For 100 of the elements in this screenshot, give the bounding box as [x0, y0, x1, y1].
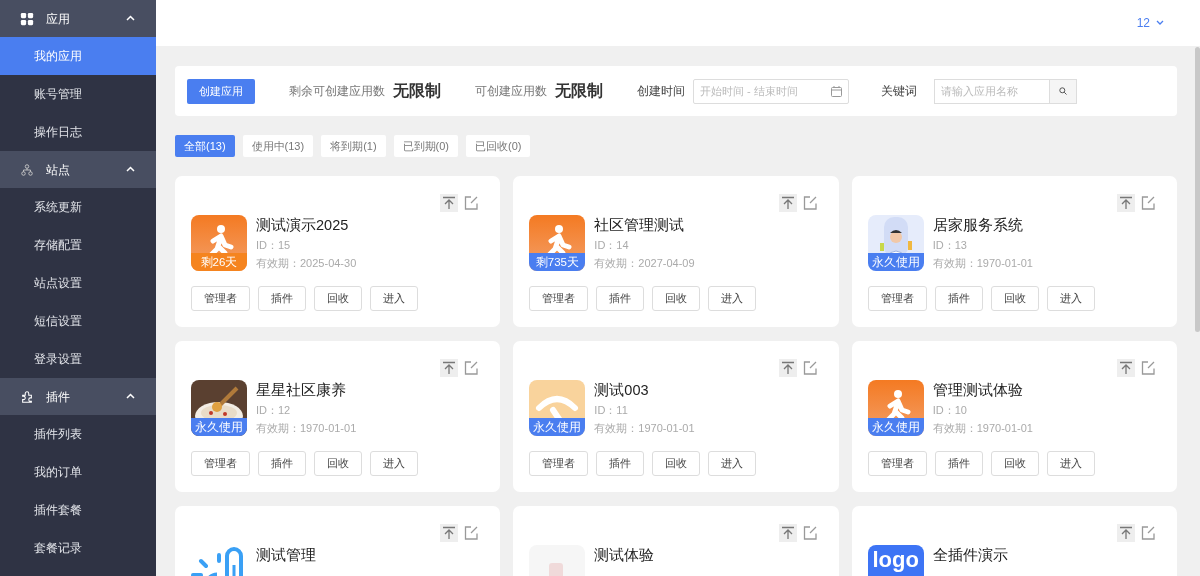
date-label: 创建时间: [637, 83, 685, 100]
card-action-button[interactable]: 回收: [652, 451, 701, 476]
create-app-button[interactable]: 创建应用: [187, 78, 255, 104]
stat-label: 剩余可创建应用数: [289, 83, 385, 100]
logo-text: logo: [871, 548, 920, 572]
validity-badge: 永久使用: [191, 418, 247, 436]
app-name: 测试003: [594, 381, 650, 400]
sidebar-group-header[interactable]: 站点: [0, 151, 156, 188]
filter-tab[interactable]: 使用中(13): [242, 135, 314, 157]
pin-to-top-icon: [778, 194, 797, 212]
sidebar-group-header[interactable]: 应用: [0, 0, 156, 37]
app-name: 居家服务系统: [932, 216, 1024, 235]
card-action-button[interactable]: 回收: [314, 451, 362, 476]
date-range-field[interactable]: 开始时间 - 结束时间: [693, 78, 849, 104]
sidebar-item[interactable]: 我的应用: [0, 37, 156, 75]
sidebar-item[interactable]: 存储配置: [0, 226, 156, 264]
card-action-button[interactable]: 管理者: [529, 286, 589, 311]
pin-to-top-icon: [1117, 359, 1135, 377]
puzzle-icon: [20, 389, 34, 404]
card-action-button[interactable]: 进入: [708, 451, 757, 476]
card-action-button[interactable]: 回收: [990, 286, 1039, 311]
app-name: 测试演示2025: [256, 216, 350, 235]
sitemap-icon: [20, 162, 34, 177]
card-action-button[interactable]: 插件: [258, 286, 306, 311]
card-action-button[interactable]: 进入: [1046, 286, 1095, 311]
app-id: ID：11: [594, 403, 629, 418]
card-action-button[interactable]: 进入: [370, 286, 418, 311]
sidebar-item[interactable]: 插件列表: [0, 415, 156, 453]
card-action-button[interactable]: 进入: [708, 286, 757, 311]
expiry-date: 有效期：1970-01-01: [932, 421, 1033, 436]
card-action-button[interactable]: 回收: [314, 286, 362, 311]
stat-label: 可创建应用数: [475, 83, 547, 100]
card-action-button[interactable]: 回收: [652, 286, 701, 311]
grid-icon: [20, 11, 34, 26]
validity-badge: 永久使用: [529, 418, 586, 436]
app-id: ID：13: [932, 238, 968, 253]
app-name: 测试体验: [594, 546, 655, 565]
pin-to-top-icon: [440, 524, 459, 542]
edit-icon: [462, 359, 481, 377]
keyword-label: 关键词: [881, 83, 917, 100]
search-icon: [1059, 87, 1067, 95]
filter-tab[interactable]: 将到期(1): [321, 135, 386, 157]
card-action-button[interactable]: 插件: [258, 451, 306, 476]
edit-icon: [1139, 524, 1157, 542]
card-action-button[interactable]: 插件: [934, 451, 983, 476]
sidebar-item[interactable]: 登录设置: [0, 340, 156, 378]
validity-badge: 剩735天: [529, 253, 586, 271]
pin-to-top-icon: [440, 194, 459, 212]
validity-badge: 永久使用: [867, 418, 924, 436]
calendar-icon: [831, 85, 842, 97]
filter-tab[interactable]: 全部(13): [175, 135, 235, 157]
expiry-date: 有效期：2027-04-09: [594, 256, 695, 271]
keyword-field[interactable]: 请输入应用名称: [934, 78, 1049, 104]
expiry-date: 有效期：2025-04-30: [256, 256, 357, 271]
sidebar-group-header[interactable]: 插件: [0, 378, 156, 415]
sidebar-item[interactable]: 系统更新: [0, 188, 156, 226]
filter-tab[interactable]: 已回收(0): [466, 135, 531, 157]
app-id: ID：12: [256, 403, 292, 418]
expiry-date: 有效期：1970-01-01: [256, 421, 357, 436]
stat-value: 无限制: [393, 81, 441, 101]
app-id: ID：15: [256, 238, 292, 253]
sidebar-item[interactable]: 站点设置: [0, 264, 156, 302]
app-name: 管理测试体验: [932, 381, 1024, 400]
card-action-button[interactable]: 插件: [934, 286, 983, 311]
sidebar-item[interactable]: 操作日志: [0, 113, 156, 151]
sidebar-item[interactable]: 短信设置: [0, 302, 156, 340]
expiry-date: 有效期：1970-01-01: [594, 421, 695, 436]
filter-tab[interactable]: 已到期(0): [393, 135, 459, 157]
pin-to-top-icon: [1117, 524, 1135, 542]
edit-icon: [462, 194, 481, 212]
edit-icon: [1139, 359, 1157, 377]
chevron-down-icon: [1156, 20, 1164, 26]
card-action-button[interactable]: 进入: [370, 451, 418, 476]
edit-icon: [462, 524, 481, 542]
card-action-button[interactable]: 管理者: [191, 286, 250, 311]
card-action-button[interactable]: 管理者: [867, 451, 927, 476]
pin-to-top-icon: [778, 359, 797, 377]
card-action-button[interactable]: 管理者: [867, 286, 927, 311]
card-action-button[interactable]: 插件: [596, 286, 645, 311]
card-action-button[interactable]: 进入: [1046, 451, 1095, 476]
app-name: 社区管理测试: [594, 216, 686, 235]
sidebar-item[interactable]: 插件套餐: [0, 491, 156, 529]
app-id: ID：14: [594, 238, 630, 253]
card-action-button[interactable]: 回收: [990, 451, 1039, 476]
scrollbar[interactable]: [1195, 47, 1200, 332]
pin-to-top-icon: [778, 524, 797, 542]
app-name: 星星社区康养: [256, 381, 347, 400]
stat-value: 无限制: [555, 81, 603, 101]
sidebar-item[interactable]: 我的订单: [0, 453, 156, 491]
pin-to-top-icon: [1117, 194, 1135, 212]
card-action-button[interactable]: 插件: [596, 451, 645, 476]
card-action-button[interactable]: 管理者: [191, 451, 250, 476]
user-menu[interactable]: 12: [1136, 14, 1164, 32]
search-button[interactable]: [1049, 78, 1077, 104]
app-name: 测试管理: [256, 546, 316, 565]
pin-to-top-icon: [440, 359, 459, 377]
card-action-button[interactable]: 管理者: [529, 451, 589, 476]
sidebar-item[interactable]: 账号管理: [0, 75, 156, 113]
edit-icon: [1139, 194, 1157, 212]
sidebar-item[interactable]: 套餐记录: [0, 529, 156, 567]
